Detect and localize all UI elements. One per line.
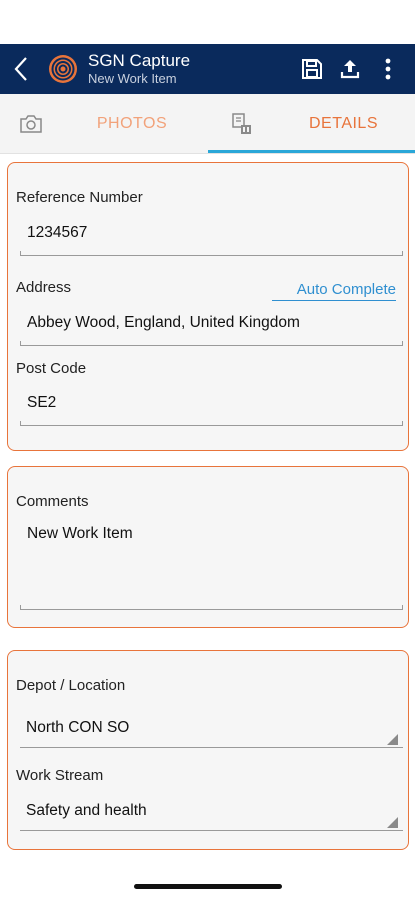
upload-icon <box>340 60 360 79</box>
app-bar: SGN Capture New Work Item <box>0 44 415 94</box>
work-stream-label: Work Stream <box>16 767 104 784</box>
tab-details-icon[interactable] <box>226 94 258 154</box>
depot-dropdown-arrow-icon[interactable] <box>387 734 398 745</box>
reference-number-underline <box>20 255 403 256</box>
tab-photos-icon[interactable] <box>14 94 48 154</box>
comments-field[interactable]: New Work Item <box>27 525 133 543</box>
tab-bar: PHOTOS DETAILS <box>0 94 415 154</box>
address-label: Address <box>16 279 72 296</box>
comments-card: Comments New Work Item <box>7 466 409 628</box>
address-underline <box>20 345 403 346</box>
camera-icon <box>20 115 42 133</box>
post-code-underline <box>20 425 403 426</box>
auto-complete-link[interactable]: Auto Complete <box>297 281 396 298</box>
details-form: Reference Number 1234567 Address Auto Co… <box>0 155 415 900</box>
work-stream-dropdown-arrow-icon[interactable] <box>387 817 398 828</box>
post-code-field[interactable]: SE2 <box>27 394 56 412</box>
work-stream-select[interactable]: Safety and health <box>26 802 147 820</box>
tab-details[interactable]: DETAILS <box>272 94 415 154</box>
identification-card: Reference Number 1234567 Address Auto Co… <box>7 162 409 451</box>
sgn-logo-icon <box>48 54 78 84</box>
depot-location-select[interactable]: North CON SO <box>26 719 129 737</box>
document-edit-icon <box>232 113 251 134</box>
home-indicator <box>134 884 282 889</box>
assignment-card: Depot / Location North CON SO Work Strea… <box>7 650 409 850</box>
chevron-left-icon <box>14 57 27 81</box>
comments-label: Comments <box>16 493 89 510</box>
tab-indicator <box>208 150 415 153</box>
more-options-button[interactable] <box>369 44 407 94</box>
upload-button[interactable] <box>331 44 369 94</box>
back-button[interactable] <box>0 44 42 94</box>
comments-underline <box>20 609 403 610</box>
app-titles: SGN Capture New Work Item <box>88 51 293 87</box>
tab-details-label: DETAILS <box>309 115 378 132</box>
status-bar <box>0 0 415 44</box>
reference-number-label: Reference Number <box>16 189 143 206</box>
save-icon <box>302 59 322 79</box>
appbar-actions <box>293 44 415 94</box>
depot-location-label: Depot / Location <box>16 677 126 694</box>
work-stream-underline <box>20 830 403 831</box>
auto-complete-underline <box>272 300 396 301</box>
tab-photos-label: PHOTOS <box>96 115 168 132</box>
app-title: SGN Capture <box>88 51 191 70</box>
reference-number-field[interactable]: 1234567 <box>27 224 87 242</box>
app-subtitle: New Work Item <box>88 71 177 86</box>
address-field[interactable]: Abbey Wood, England, United Kingdom <box>27 314 300 332</box>
more-vert-icon <box>385 58 391 80</box>
tab-photos[interactable]: PHOTOS <box>62 94 202 154</box>
save-button[interactable] <box>293 44 331 94</box>
post-code-label: Post Code <box>16 360 87 377</box>
depot-location-underline <box>20 747 403 748</box>
